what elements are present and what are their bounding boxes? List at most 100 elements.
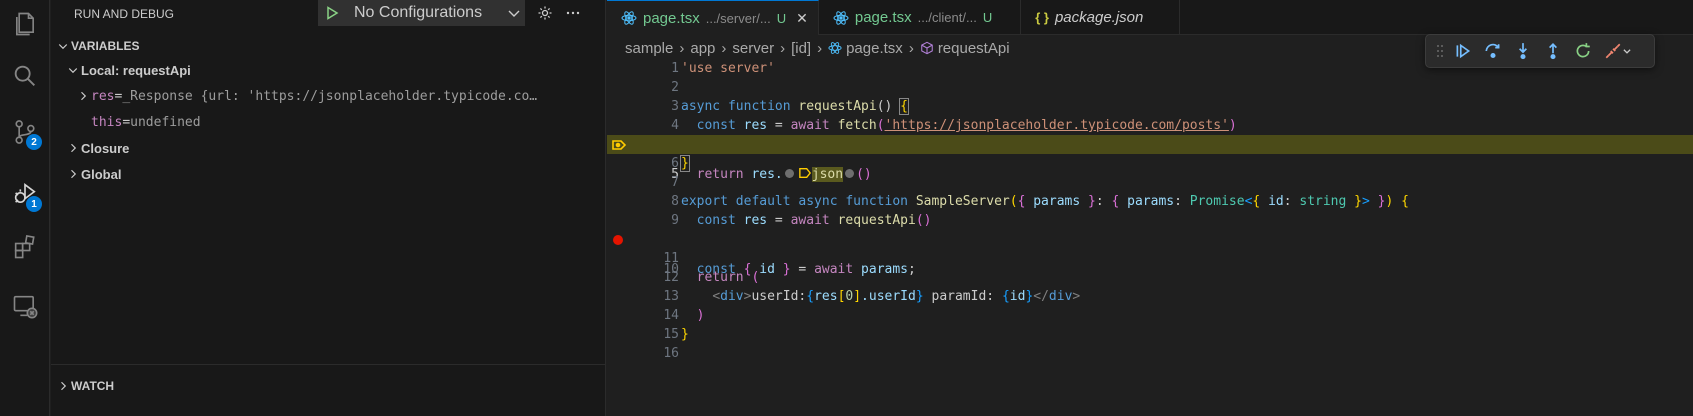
config-label: No Configurations (354, 4, 483, 21)
watch-section-header[interactable]: WATCH (51, 373, 606, 399)
code-token: params (1127, 194, 1175, 209)
close-icon[interactable]: ✕ (796, 10, 808, 27)
react-icon (621, 11, 637, 25)
tab-package-json[interactable]: { } package.json (1021, 0, 1181, 35)
breadcrumb-item[interactable]: [id] (791, 40, 811, 57)
chevron-right-icon: › (679, 39, 685, 57)
debug-config-selector[interactable]: No Configurations (318, 0, 525, 26)
explorer-button[interactable] (0, 0, 50, 48)
code-token: ( (751, 270, 760, 285)
start-debugging-button[interactable] (318, 0, 346, 26)
code-token: ) (1385, 194, 1402, 209)
code-line: 13 <div>userId:{res[0].userId} paramId: … (607, 287, 1693, 306)
tab-page-server[interactable]: page.tsx .../server/... U ✕ (607, 0, 819, 35)
line-number: 7 (671, 175, 679, 190)
tab-status: U (982, 10, 993, 25)
code-token: { (1001, 289, 1010, 304)
config-dropdown[interactable] (503, 5, 525, 21)
extensions-button[interactable] (0, 223, 50, 271)
code-token: () (876, 99, 901, 114)
tab-name: page.tsx (643, 9, 700, 27)
code-token: } (1346, 194, 1362, 209)
line-number: 6 (671, 156, 679, 171)
code-token: { (899, 98, 909, 115)
line-number: 14 (663, 308, 679, 323)
breadcrumb-item[interactable]: requestApi (938, 40, 1010, 57)
source-control-button[interactable]: 2 (0, 108, 50, 156)
tab-name: package.json (1054, 9, 1144, 26)
continue-icon (1456, 43, 1471, 59)
code-editor[interactable]: 1'use server' 2 3 async function requestA… (607, 59, 1693, 363)
code-line: 16 (607, 344, 1693, 363)
variable-value: _Response {url: 'https://jsonplaceholder… (122, 88, 538, 104)
code-token: res (743, 213, 768, 228)
search-icon (14, 65, 35, 86)
code-token: > (1362, 194, 1370, 209)
code-token: div (720, 289, 744, 304)
tab-page-client[interactable]: page.tsx .../client/... U (819, 0, 1022, 35)
code-line: 10 const { id } = await params; (607, 230, 1693, 277)
code-token: 'use server' (681, 61, 775, 76)
variable-eq: = (122, 114, 131, 130)
open-launch-json-button[interactable] (534, 0, 556, 26)
code-token: await (790, 118, 838, 133)
breadcrumb-item[interactable]: page.tsx (846, 40, 903, 57)
code-token: const (696, 118, 744, 133)
code-token: { (1111, 194, 1128, 209)
code-token: async function (681, 99, 799, 114)
line-number: 13 (663, 289, 679, 304)
breadcrumb-item[interactable]: app (690, 40, 715, 57)
debug-badge: 1 (26, 196, 42, 212)
run-debug-button[interactable]: 1 (0, 170, 50, 218)
line-number: 11 (663, 251, 679, 266)
line-number: 4 (671, 118, 679, 133)
editor-tabs: page.tsx .../server/... U ✕ page.tsx ...… (607, 0, 1693, 35)
code-line: 14 ) (607, 306, 1693, 325)
code-token: () (915, 213, 932, 228)
scope-global-label: Global (81, 166, 122, 182)
code-token: ] (853, 289, 862, 304)
code-token: requestApi (798, 99, 877, 114)
code-token: = (767, 213, 791, 228)
code-token: { (806, 289, 815, 304)
more-actions-button[interactable] (562, 0, 584, 26)
variable-eq: = (114, 88, 123, 104)
chevron-down-icon (65, 62, 81, 78)
watch-title: WATCH (71, 379, 115, 393)
scope-local[interactable]: Local: requestApi (51, 57, 605, 83)
code-token: await (790, 213, 838, 228)
source-control-badge: 2 (26, 134, 42, 150)
variable-row-this[interactable]: this = undefined (51, 109, 605, 135)
breadcrumb-item[interactable]: sample (625, 40, 673, 57)
breakpoint-icon[interactable] (613, 235, 623, 245)
scope-closure[interactable]: Closure (51, 135, 605, 161)
extensions-icon (14, 234, 35, 259)
search-button[interactable] (0, 52, 50, 100)
step-into-icon (1519, 43, 1527, 60)
code-token: return (696, 270, 752, 285)
breadcrumb-item[interactable]: server (732, 40, 774, 57)
code-token: paramId: (923, 289, 1002, 304)
code-token: requestApi (837, 213, 916, 228)
line-number: 2 (671, 80, 679, 95)
sidebar-title: RUN AND DEBUG (74, 6, 175, 21)
remote-explorer-icon (13, 295, 38, 319)
files-icon (16, 12, 34, 36)
remote-explorer-button[interactable] (0, 282, 50, 330)
variables-section-header[interactable]: VARIABLES (51, 35, 605, 57)
variable-row-res[interactable]: res = _Response {url: 'https://jsonplace… (51, 83, 605, 109)
variable-name: this (91, 114, 123, 130)
code-token: : (1095, 194, 1112, 209)
line-number: 15 (663, 327, 679, 342)
watch-section: WATCH (51, 364, 606, 416)
chevron-right-icon: › (817, 39, 823, 57)
code-token: : (1283, 194, 1300, 209)
code-token: id (1009, 289, 1026, 304)
debug-pointer-icon (612, 140, 627, 150)
activity-bar: 2 1 (0, 0, 50, 416)
code-token: params (1033, 194, 1081, 209)
variables-title: VARIABLES (71, 39, 140, 53)
code-link[interactable]: 'https://jsonplaceholder.typicode.com/po… (885, 118, 1229, 133)
scope-global[interactable]: Global (51, 161, 605, 187)
variable-name: res (91, 88, 115, 104)
